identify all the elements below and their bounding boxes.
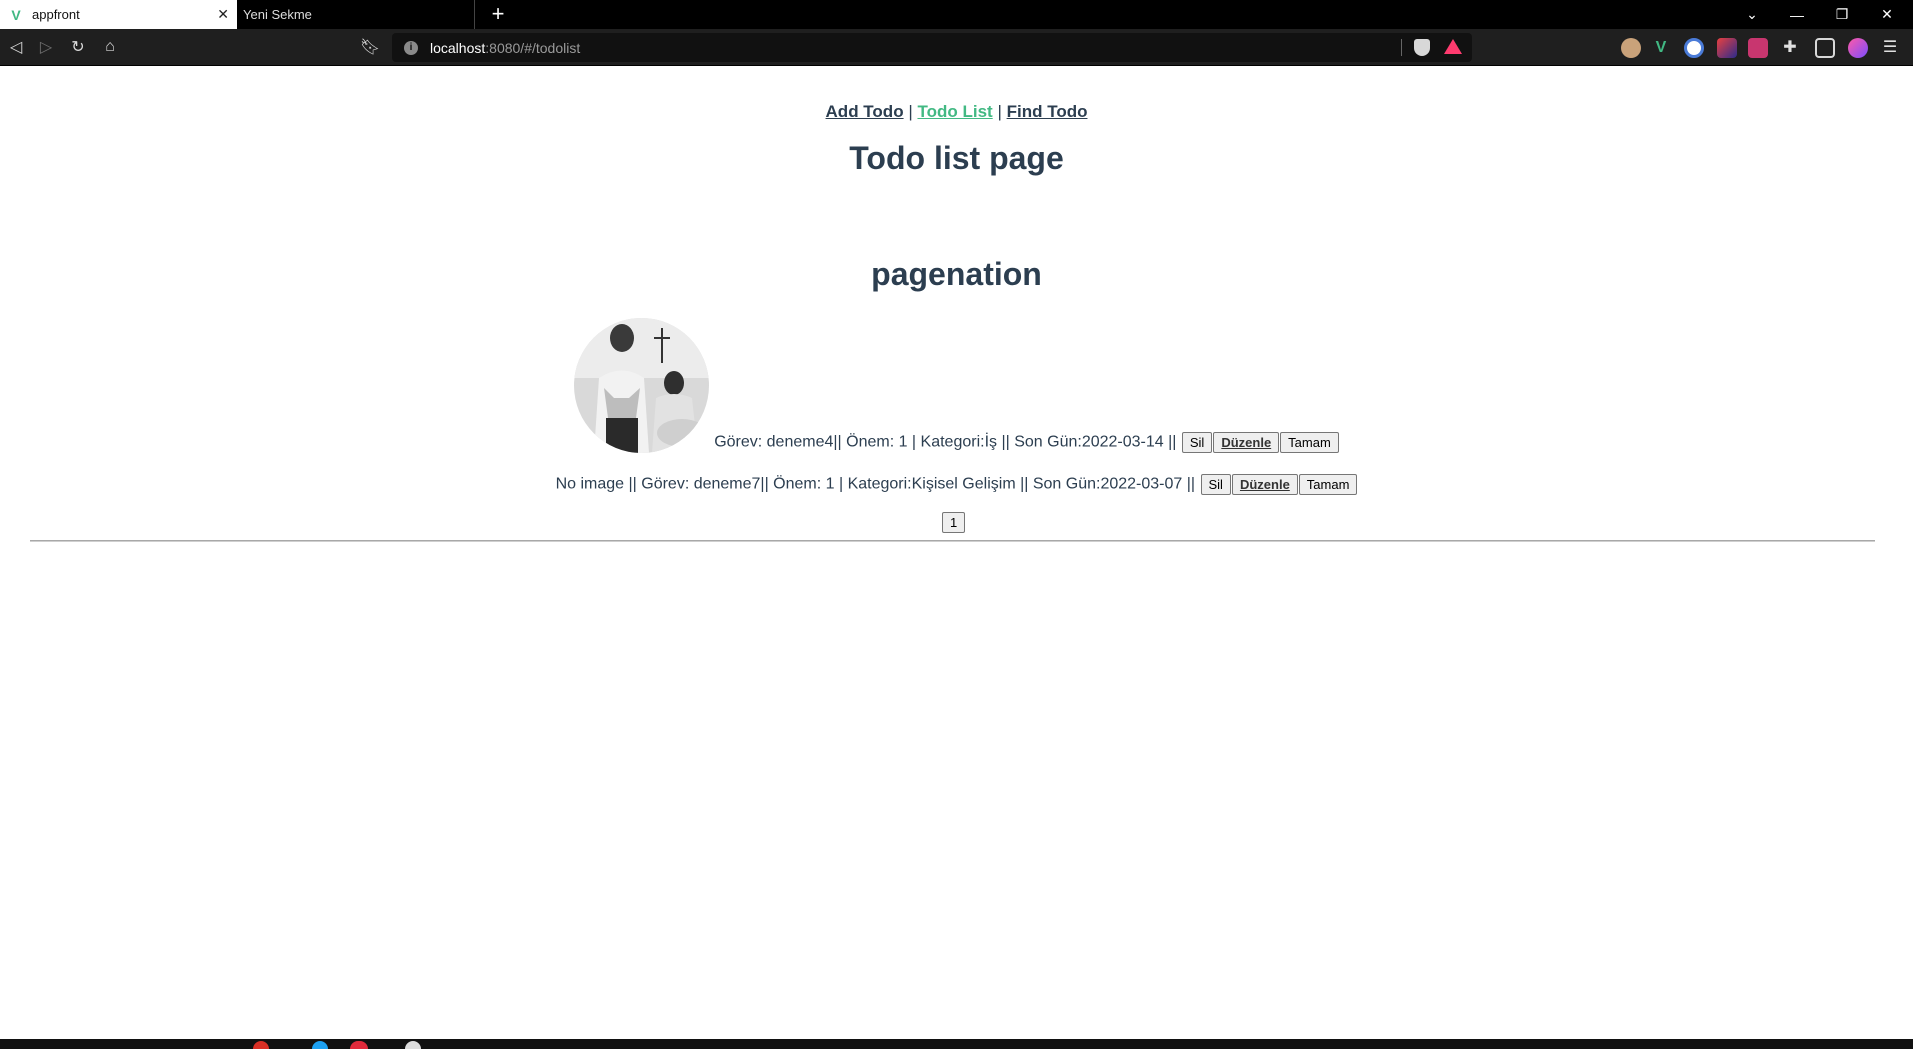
todo-item: Görev: deneme4|| Önem: 1 | Kategori:İş |… — [0, 318, 1913, 453]
translate-extension-icon[interactable] — [1684, 38, 1704, 58]
back-icon[interactable]: ◁ — [4, 35, 28, 59]
done-button[interactable]: Tamam — [1280, 432, 1339, 453]
nav-link-todo-list[interactable]: Todo List — [917, 102, 992, 121]
nav-separator: | — [908, 102, 913, 121]
done-button[interactable]: Tamam — [1298, 474, 1358, 495]
site-info-icon[interactable]: i — [404, 40, 418, 55]
restore-icon[interactable]: ❐ — [1820, 0, 1864, 29]
edit-button[interactable]: Düzenle — [1213, 432, 1280, 453]
brave-rewards-icon[interactable] — [1444, 39, 1462, 54]
extensions-puzzle-icon[interactable]: ✚ — [1780, 38, 1800, 58]
tab-title: Yeni Sekme — [243, 7, 312, 22]
extension-icon[interactable] — [1748, 38, 1768, 58]
tab-bar: V appfront ✕ Yeni Sekme + ⌄ — ❐ ✕ — [0, 0, 1913, 29]
nav-link-find-todo[interactable]: Find Todo — [1007, 102, 1088, 121]
edit-button[interactable]: Düzenle — [1231, 474, 1298, 495]
page-content: Add Todo | Todo List | Find Todo Todo li… — [0, 66, 1913, 1039]
brave-shield-icon[interactable] — [1414, 39, 1430, 56]
reload-icon[interactable]: ↻ — [66, 35, 90, 59]
taskbar-app-icon[interactable] — [405, 1041, 421, 1049]
menu-icon[interactable]: ☰ — [1880, 38, 1900, 58]
pagination-heading: pagenation — [871, 256, 1042, 292]
divider — [30, 540, 1875, 542]
vue-favicon-icon: V — [11, 6, 21, 23]
home-icon[interactable]: ⌂ — [98, 35, 122, 59]
forward-icon[interactable]: ▷ — [34, 35, 58, 59]
url-host: localhost — [430, 39, 486, 56]
taskbar-app-icon[interactable] — [253, 1041, 269, 1049]
url-path: :8080/#/todolist — [485, 39, 581, 56]
os-taskbar — [0, 1039, 1913, 1049]
tab-search-icon[interactable]: ⌄ — [1730, 0, 1774, 29]
address-bar[interactable]: i localhost:8080/#/todolist — [392, 33, 1472, 62]
tab-new-tab[interactable]: Yeni Sekme — [237, 0, 475, 29]
vue-devtools-icon[interactable]: V — [1651, 38, 1671, 58]
new-tab-button[interactable]: + — [486, 3, 510, 25]
extension-icon[interactable] — [1621, 38, 1641, 58]
close-tab-icon[interactable]: ✕ — [217, 6, 229, 23]
nav-separator: | — [997, 102, 1002, 121]
tab-appfront[interactable]: V appfront ✕ — [0, 0, 237, 29]
extension-icon[interactable] — [1717, 38, 1737, 58]
todo-image — [574, 318, 710, 453]
profile-avatar[interactable] — [1848, 38, 1868, 58]
pagination: 1 — [941, 512, 966, 533]
delete-button[interactable]: Sil — [1200, 474, 1231, 495]
todo-text: Görev: deneme4|| Önem: 1 | Kategori:İş |… — [714, 433, 1177, 451]
close-window-icon[interactable]: ✕ — [1865, 0, 1909, 29]
taskbar-app-icon[interactable] — [350, 1041, 368, 1049]
minimize-icon[interactable]: — — [1775, 0, 1819, 29]
todo-text: No image || Görev: deneme7|| Önem: 1 | K… — [555, 475, 1196, 493]
browser-toolbar: ◁ ▷ ↻ ⌂ 🔖︎ i localhost:8080/#/todolist V… — [0, 29, 1913, 66]
wallet-icon[interactable] — [1815, 38, 1835, 58]
todo-item: No image || Görev: deneme7|| Önem: 1 | K… — [0, 474, 1913, 495]
page-button[interactable]: 1 — [942, 512, 966, 533]
page-title: Todo list page — [849, 140, 1064, 176]
bookmark-icon[interactable]: 🔖︎ — [358, 35, 382, 59]
nav-link-add-todo[interactable]: Add Todo — [826, 102, 904, 121]
url-separator — [1401, 39, 1402, 56]
tab-title: appfront — [32, 7, 80, 22]
top-navigation: Add Todo | Todo List | Find Todo — [0, 102, 1913, 122]
taskbar-app-icon[interactable] — [312, 1041, 328, 1049]
delete-button[interactable]: Sil — [1181, 432, 1213, 453]
